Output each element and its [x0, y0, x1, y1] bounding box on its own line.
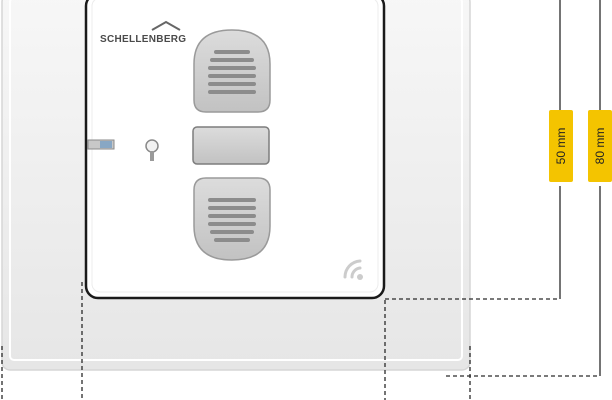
product-illustration: SCHELLENBERG 50 mm 80 mm — [0, 0, 612, 400]
switch-drawing — [1, 0, 601, 400]
stop-button[interactable] — [192, 126, 270, 165]
dimension-label-50mm: 50 mm — [549, 110, 573, 182]
battery-slot-icon — [87, 139, 115, 150]
down-button[interactable] — [193, 177, 271, 261]
dimension-leaders — [559, 0, 601, 376]
brand-label: SCHELLENBERG — [100, 34, 187, 45]
up-button[interactable] — [193, 29, 271, 113]
dimension-label-80mm: 80 mm — [588, 110, 612, 182]
